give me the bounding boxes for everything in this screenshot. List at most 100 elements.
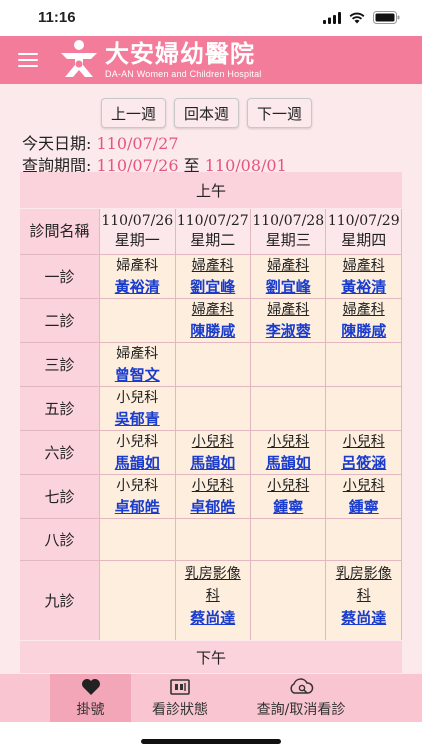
- slot-department: 小兒科: [342, 478, 385, 494]
- schedule-grid[interactable]: 上午 診間名稱 110/07/26 星期一 110/07/27 星期二 110/07/2…: [20, 172, 402, 640]
- hospital-logo-text: 大安婦幼醫院 DA-AN Women and Children Hospital: [105, 40, 262, 79]
- schedule-slot-empty: [100, 519, 176, 561]
- next-week-button[interactable]: 下一週: [247, 98, 313, 128]
- schedule-slot-empty: [175, 343, 251, 387]
- slot-doctor-link[interactable]: 吳郁青: [100, 408, 174, 430]
- schedule-slot[interactable]: 小兒科 吳郁青: [100, 387, 176, 431]
- afternoon-header: 下午: [20, 641, 402, 673]
- tab-clinic-status-label: 看診狀態: [152, 701, 208, 718]
- schedule-slot[interactable]: 乳房影像科 蔡尚達: [326, 561, 402, 640]
- bottom-tab-bar: 掛號 看診狀態 查詢/取消看診: [0, 674, 422, 722]
- heart-icon: [81, 678, 101, 696]
- schedule-slot[interactable]: 小兒科 馬韻如: [250, 431, 327, 475]
- slot-department: 小兒科: [342, 434, 385, 450]
- schedule-row: 八診: [20, 519, 402, 561]
- day-weekday: 星期一: [114, 231, 160, 249]
- slot-doctor-link[interactable]: 卓郁皓: [176, 496, 250, 518]
- slot-department: 婦產科: [116, 258, 159, 274]
- slot-doctor-link[interactable]: 蔡尚達: [176, 607, 250, 629]
- schedule-slot[interactable]: 婦產科 陳勝咸: [326, 299, 402, 343]
- day-column-header: 110/07/28 星期三: [250, 209, 327, 255]
- tab-query-cancel[interactable]: 查詢/取消看診: [240, 674, 362, 722]
- slot-doctor-link[interactable]: 黃裕清: [326, 276, 401, 298]
- slot-department: 婦產科: [342, 302, 385, 318]
- day-date: 110/07/26: [101, 213, 174, 229]
- hospital-logo-icon: [61, 40, 97, 77]
- schedule-row: 七診 小兒科 卓郁皓 小兒科 卓郁皓 小兒科 鍾寧 小兒科 鍾寧: [20, 475, 402, 519]
- schedule-slot-empty: [250, 561, 327, 640]
- slot-department: 婦產科: [267, 302, 310, 318]
- home-indicator[interactable]: [141, 739, 281, 744]
- schedule-slot-empty: [250, 387, 327, 431]
- schedule-slot[interactable]: 乳房影像科 蔡尚達: [175, 561, 251, 640]
- room-name: 二診: [20, 299, 101, 343]
- schedule-slot-empty: [326, 387, 402, 431]
- slot-doctor-link[interactable]: 陳勝咸: [326, 320, 401, 342]
- tab-clinic-status[interactable]: 看診狀態: [138, 674, 222, 722]
- room-name: 五診: [20, 387, 101, 431]
- status-icons: [323, 11, 400, 24]
- slot-department: 小兒科: [116, 434, 159, 450]
- hamburger-menu-icon[interactable]: [18, 53, 38, 67]
- slot-doctor-link[interactable]: 卓郁皓: [100, 496, 174, 518]
- schedule-row: 二診 婦產科 陳勝咸 婦產科 李淑蓉 婦產科 陳勝咸: [20, 299, 402, 343]
- schedule-slot[interactable]: 小兒科 鍾寧: [326, 475, 402, 519]
- slot-doctor-link[interactable]: 黃裕清: [100, 276, 174, 298]
- room-name: 一診: [20, 255, 101, 299]
- slot-doctor-link[interactable]: 呂筱涵: [326, 452, 401, 474]
- schedule-slot[interactable]: 婦產科 劉宜峰: [175, 255, 251, 299]
- schedule-slot[interactable]: 小兒科 鍾寧: [250, 475, 327, 519]
- slot-department: 乳房影像科: [184, 566, 241, 604]
- slot-doctor-link[interactable]: 鍾寧: [326, 496, 401, 518]
- monitor-icon: [170, 678, 190, 696]
- schedule-slot[interactable]: 小兒科 卓郁皓: [100, 475, 176, 519]
- slot-doctor-link[interactable]: 馬韻如: [176, 452, 250, 474]
- slot-department: 小兒科: [267, 434, 310, 450]
- slot-doctor-link[interactable]: 鍾寧: [251, 496, 325, 518]
- tab-query-cancel-label: 查詢/取消看診: [256, 701, 346, 718]
- schedule-slot-empty: [175, 387, 251, 431]
- schedule-slot[interactable]: 婦產科 黃裕清: [326, 255, 402, 299]
- room-name: 六診: [20, 431, 101, 475]
- room-column-header: 診間名稱: [20, 209, 101, 255]
- slot-doctor-link[interactable]: 馬韻如: [251, 452, 325, 474]
- schedule-slot[interactable]: 小兒科 卓郁皓: [175, 475, 251, 519]
- today-value: 110/07/27: [96, 134, 179, 153]
- schedule-slot[interactable]: 小兒科 呂筱涵: [326, 431, 402, 475]
- schedule-slot[interactable]: 小兒科 馬韻如: [175, 431, 251, 475]
- slot-doctor-link[interactable]: 李淑蓉: [251, 320, 325, 342]
- slot-department: 婦產科: [342, 258, 385, 274]
- current-week-button[interactable]: 回本週: [174, 98, 240, 128]
- prev-week-button[interactable]: 上一週: [101, 98, 167, 128]
- schedule-row: 六診 小兒科 馬韻如 小兒科 馬韻如 小兒科 馬韻如 小兒科 呂筱涵: [20, 431, 402, 475]
- schedule-slot[interactable]: 婦產科 黃裕清: [100, 255, 176, 299]
- room-name: 七診: [20, 475, 101, 519]
- schedule-row: 五診 小兒科 吳郁青: [20, 387, 402, 431]
- day-column-header: 110/07/27 星期二: [175, 209, 251, 255]
- hospital-name-en: DA-AN Women and Children Hospital: [105, 69, 262, 79]
- morning-header: 上午: [20, 172, 402, 208]
- schedule-slot-empty: [250, 519, 327, 561]
- slot-department: 小兒科: [191, 478, 234, 494]
- slot-department: 乳房影像科: [335, 566, 392, 604]
- schedule-slot[interactable]: 婦產科 李淑蓉: [250, 299, 327, 343]
- slot-doctor-link[interactable]: 曾智文: [100, 364, 174, 386]
- day-header-row: 診間名稱 110/07/26 星期一 110/07/27 星期二 110/07/28 星期…: [20, 209, 402, 255]
- slot-doctor-link[interactable]: 陳勝咸: [176, 320, 250, 342]
- day-column-header: 110/07/26 星期一: [100, 209, 176, 255]
- slot-doctor-link[interactable]: 劉宜峰: [251, 276, 325, 298]
- today-label: 今天日期:: [22, 134, 92, 153]
- room-name: 八診: [20, 519, 101, 561]
- schedule-slot[interactable]: 婦產科 曾智文: [100, 343, 176, 387]
- slot-doctor-link[interactable]: 蔡尚達: [326, 607, 401, 629]
- slot-doctor-link[interactable]: 劉宜峰: [176, 276, 250, 298]
- day-date: 110/07/28: [252, 213, 325, 229]
- schedule-slot-empty: [100, 561, 176, 640]
- schedule-slot[interactable]: 婦產科 陳勝咸: [175, 299, 251, 343]
- slot-doctor-link[interactable]: 馬韻如: [100, 452, 174, 474]
- tab-register[interactable]: 掛號: [50, 674, 131, 722]
- schedule-slot[interactable]: 婦產科 劉宜峰: [250, 255, 327, 299]
- schedule-slot[interactable]: 小兒科 馬韻如: [100, 431, 176, 475]
- today-line: 今天日期: 110/07/27: [22, 130, 179, 154]
- signal-icon: [323, 11, 341, 24]
